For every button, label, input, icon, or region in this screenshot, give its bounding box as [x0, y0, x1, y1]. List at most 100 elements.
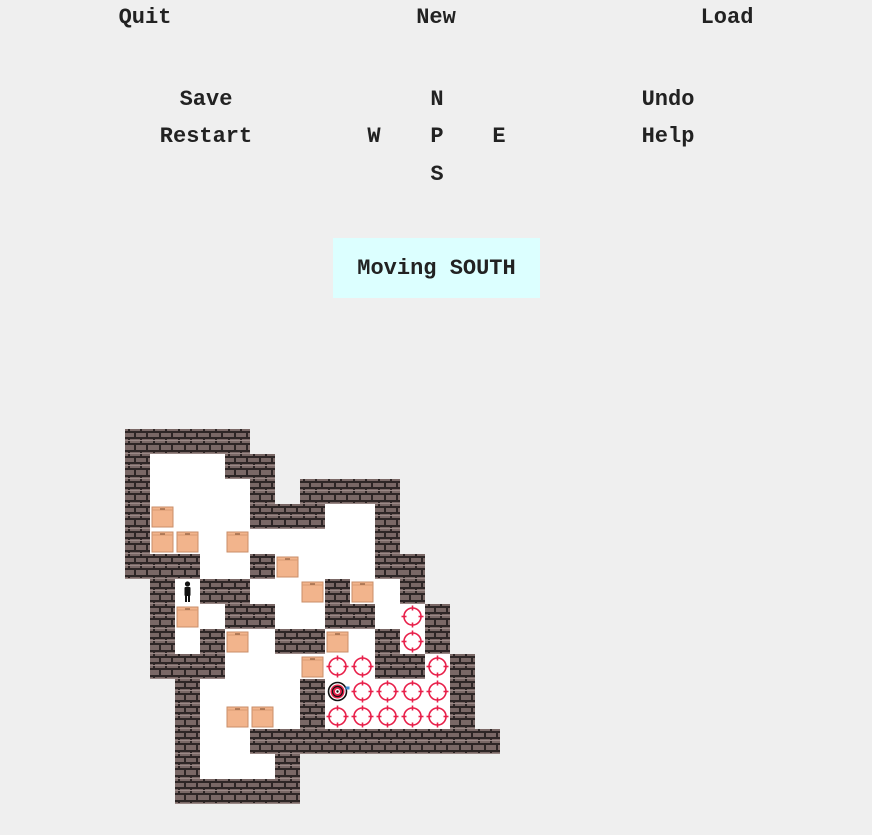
wall-tile: [175, 554, 200, 579]
wall-tile: [150, 554, 175, 579]
wall-tile: [475, 729, 500, 754]
wall-tile: [225, 604, 250, 629]
wall-tile: [350, 479, 375, 504]
floor-tile: [150, 479, 175, 504]
wall-tile: [325, 604, 350, 629]
wall-tile: [300, 629, 325, 654]
floor-tile: [275, 704, 300, 729]
floor-tile: [200, 479, 225, 504]
wall-tile: [375, 529, 400, 554]
wall-tile: [300, 479, 325, 504]
wall-tile: [300, 729, 325, 754]
wall-tile: [200, 429, 225, 454]
player-icon: [175, 579, 200, 604]
wall-tile: [150, 429, 175, 454]
box-tile: [150, 529, 175, 554]
wall-tile: [375, 479, 400, 504]
floor-tile: [250, 529, 275, 554]
floor-tile: [300, 604, 325, 629]
floor-tile: [350, 554, 375, 579]
floor-tile: [200, 754, 225, 779]
wall-tile: [450, 679, 475, 704]
box-tile: [300, 654, 325, 679]
wall-tile: [150, 654, 175, 679]
floor-tile: [375, 604, 400, 629]
wall-tile: [125, 479, 150, 504]
goal-tile: [400, 604, 425, 629]
box-tile: [250, 704, 275, 729]
wall-tile: [200, 579, 225, 604]
floor-tile: [275, 579, 300, 604]
wall-tile: [250, 729, 275, 754]
wall-tile: [300, 679, 325, 704]
floor-tile: [250, 654, 275, 679]
wall-tile: [250, 454, 275, 479]
wall-tile: [225, 579, 250, 604]
floor-tile: [175, 504, 200, 529]
wall-tile: [125, 529, 150, 554]
goal-tile: [350, 704, 375, 729]
floor-tile: [225, 504, 250, 529]
wall-tile: [175, 654, 200, 679]
wall-tile: [225, 429, 250, 454]
box-tile: [300, 579, 325, 604]
wall-tile: [200, 654, 225, 679]
wall-tile: [175, 754, 200, 779]
wall-tile: [200, 629, 225, 654]
goal-tile: [400, 704, 425, 729]
floor-tile: [200, 604, 225, 629]
box-tile: [150, 504, 175, 529]
wall-tile: [250, 504, 275, 529]
box-tile: [225, 529, 250, 554]
goal-tile: [375, 704, 400, 729]
floor-tile: [275, 679, 300, 704]
floor-tile: [350, 629, 375, 654]
wall-tile: [175, 679, 200, 704]
wall-tile: [225, 779, 250, 804]
wall-tile: [300, 704, 325, 729]
wall-tile: [125, 554, 150, 579]
wall-tile: [200, 779, 225, 804]
box-tile: [175, 604, 200, 629]
floor-tile: [225, 754, 250, 779]
wall-tile: [375, 554, 400, 579]
box-tile: [350, 579, 375, 604]
wall-tile: [275, 779, 300, 804]
floor-tile: [200, 729, 225, 754]
wall-tile: [125, 454, 150, 479]
floor-tile: [200, 679, 225, 704]
wall-tile: [400, 554, 425, 579]
wall-tile: [125, 429, 150, 454]
wall-tile: [150, 629, 175, 654]
goal-tile: [425, 704, 450, 729]
box-tile: [225, 704, 250, 729]
goal-tile: [425, 679, 450, 704]
floor-tile: [200, 529, 225, 554]
goal-tile: [425, 654, 450, 679]
floor-tile: [325, 529, 350, 554]
goal-tile: [350, 679, 375, 704]
floor-tile: [375, 579, 400, 604]
floor-tile: [200, 554, 225, 579]
wall-tile: [375, 629, 400, 654]
floor-tile: [250, 629, 275, 654]
game-board: [125, 429, 500, 804]
wall-tile: [450, 704, 475, 729]
goal-tile: [400, 679, 425, 704]
wall-tile: [350, 729, 375, 754]
wall-tile: [250, 554, 275, 579]
goal-tile: [400, 629, 425, 654]
goal-tile: [325, 654, 350, 679]
box-tile: [275, 554, 300, 579]
floor-tile: [325, 554, 350, 579]
wall-tile: [400, 654, 425, 679]
wall-tile: [150, 604, 175, 629]
wall-tile: [325, 729, 350, 754]
wall-tile: [425, 629, 450, 654]
floor-tile: [350, 504, 375, 529]
floor-tile: [325, 504, 350, 529]
goal-tile: [375, 679, 400, 704]
box-tile: [175, 529, 200, 554]
floor-tile: [275, 654, 300, 679]
wall-tile: [150, 579, 175, 604]
